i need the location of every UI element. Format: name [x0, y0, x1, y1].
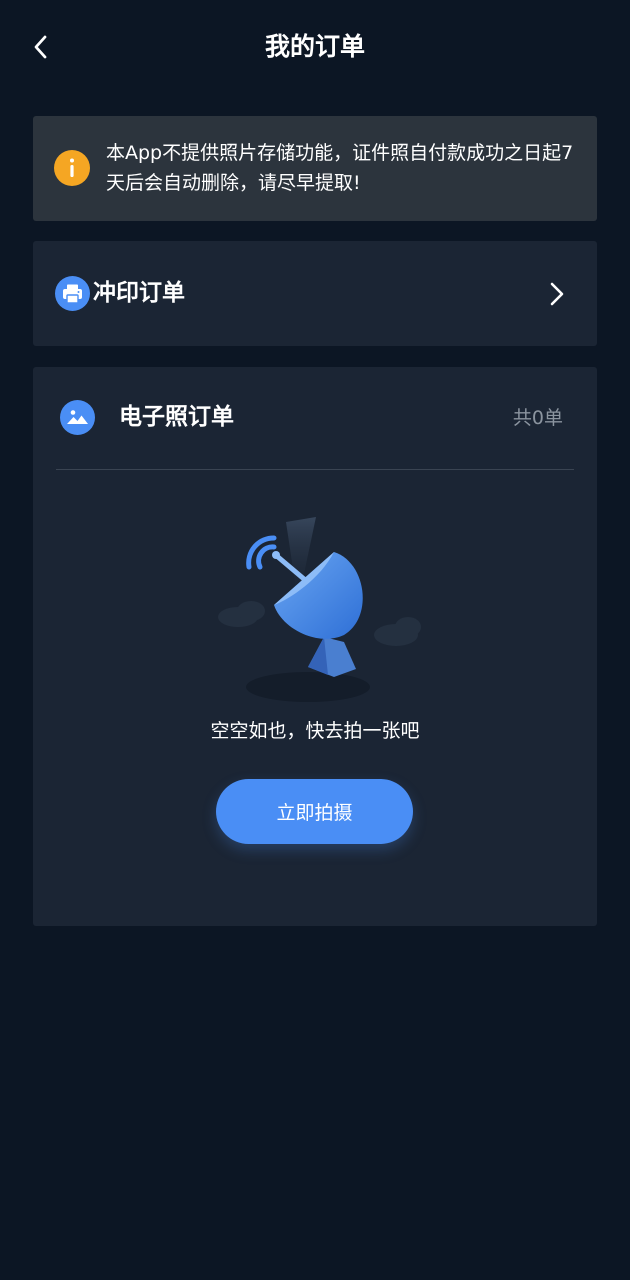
- page-title: 我的订单: [264, 32, 365, 61]
- chevron-right-icon: [550, 282, 564, 306]
- info-icon: [54, 150, 90, 186]
- header: 我的订单: [0, 0, 630, 94]
- image-icon: [60, 400, 95, 435]
- printer-icon: [55, 276, 90, 311]
- photo-orders-card: 电子照订单 共0单 空空如也，快去拍一张吧 立即拍摄: [33, 367, 597, 926]
- notice-banner: 本App不提供照片存储功能，证件照自付款成功之日起7天后会自动删除，请尽早提取!: [33, 116, 597, 221]
- satellite-dish-icon: [218, 517, 421, 702]
- shoot-now-button[interactable]: 立即拍摄: [216, 779, 413, 844]
- divider: [56, 469, 574, 470]
- notice-text: 本App不提供照片存储功能，证件照自付款成功之日起7天后会自动删除，请尽早提取!: [106, 142, 574, 194]
- order-count: 共0单: [512, 407, 563, 429]
- print-orders-card[interactable]: 冲印订单: [33, 241, 597, 346]
- photo-orders-label: 电子照订单: [119, 404, 234, 430]
- print-orders-label: 冲印订单: [93, 280, 185, 306]
- empty-state-text: 空空如也，快去拍一张吧: [210, 720, 420, 742]
- orders-page: 我的订单 本App不提供照片存储功能，证件照自付款成功之日起7天后会自动删除，请…: [0, 0, 630, 1280]
